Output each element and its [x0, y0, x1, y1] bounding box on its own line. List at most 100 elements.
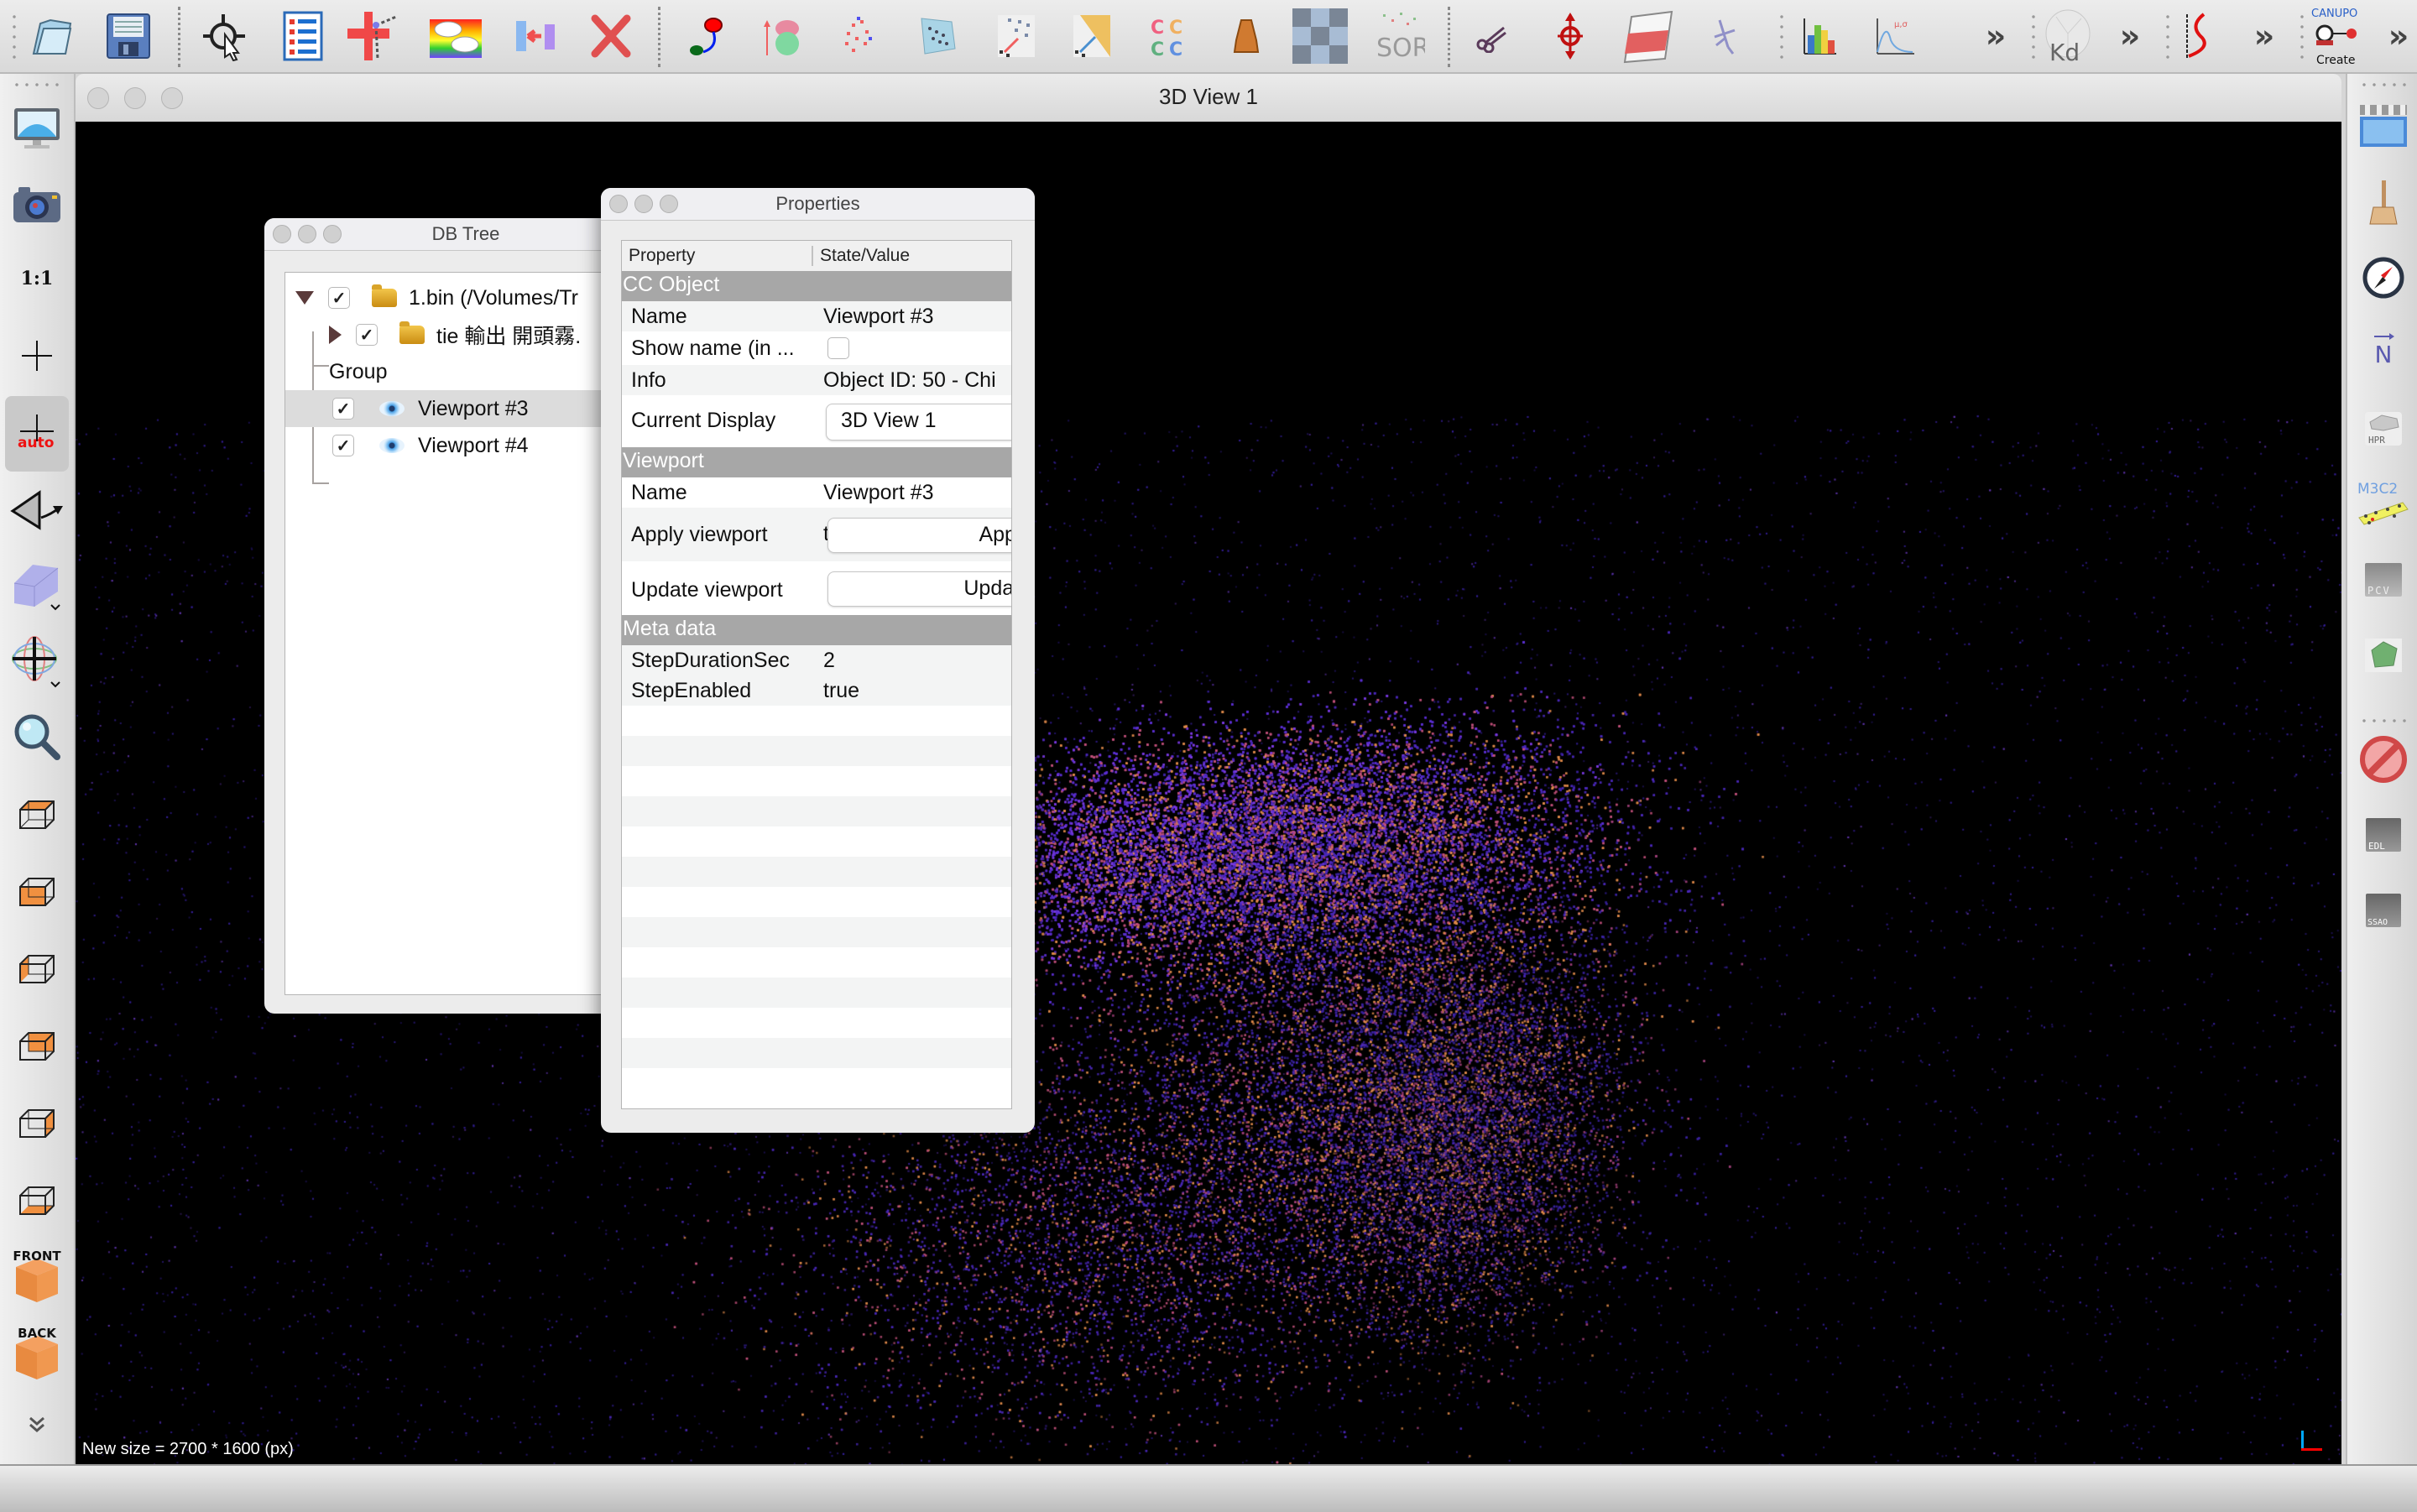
curve-button[interactable] [2169, 8, 2225, 64]
property-value[interactable]: 2 [823, 649, 835, 673]
screenshot-button[interactable] [5, 173, 69, 237]
gaussian-fit-button[interactable]: μ,σ [1867, 8, 1923, 64]
perspective-button[interactable] [5, 478, 69, 542]
compare-cloud-button[interactable]: CCCC [1141, 8, 1197, 64]
properties-titlebar[interactable]: Properties [601, 188, 1035, 221]
collapse-arrow-icon[interactable] [329, 326, 342, 344]
view-iso-front-button[interactable]: FRONT [5, 1240, 69, 1309]
edl-shader-icon: EDL [2366, 818, 2401, 852]
mesh-button[interactable] [911, 8, 966, 64]
fullscreen-button[interactable] [5, 97, 69, 161]
pcv-button[interactable]: PCV [2354, 550, 2413, 609]
checkerboard-icon [1292, 8, 1348, 64]
view-front-button[interactable] [5, 860, 69, 924]
view-back-button[interactable] [5, 1014, 69, 1078]
histogram-button[interactable] [1792, 8, 1847, 64]
kd-tree-button[interactable]: Kd [2039, 8, 2095, 64]
double-chevron-icon: » [2253, 18, 2275, 55]
translate-rotate-button[interactable] [1543, 8, 1598, 64]
view-bottom-button[interactable] [5, 1169, 69, 1233]
cross-section-button[interactable] [1620, 8, 1675, 64]
view-top-button[interactable] [5, 783, 69, 847]
current-display-select[interactable]: 3D View 1 [826, 404, 1011, 441]
auto-pivot-button[interactable]: auto [5, 396, 69, 472]
window-titlebar[interactable]: 3D View 1 [76, 74, 2341, 122]
volume-button[interactable] [1219, 8, 1274, 64]
save-button[interactable] [101, 8, 156, 64]
toolbar-grip[interactable] [2031, 12, 2036, 62]
properties-list-button[interactable] [275, 8, 331, 64]
histogram-icon [1804, 18, 1836, 55]
zoom-button[interactable] [5, 705, 69, 769]
scissors-button[interactable] [1464, 8, 1520, 64]
ssao-shader-button[interactable]: SSAO [2354, 881, 2413, 940]
registration-button[interactable] [989, 8, 1044, 64]
animation-button[interactable] [2354, 97, 2413, 156]
canupo-create-button[interactable]: CANUPO Create [2310, 5, 2365, 67]
disable-shader-button[interactable] [2354, 730, 2413, 789]
visibility-checkbox[interactable]: ✓ [332, 435, 354, 456]
visibility-checkbox[interactable]: ✓ [356, 324, 378, 346]
toolbar-grip[interactable] [2300, 12, 2305, 62]
toolbar-more-button[interactable] [5, 1404, 69, 1446]
column-header-property[interactable]: Property [629, 246, 695, 266]
rotation-lock-button[interactable] [5, 629, 69, 693]
toolbar-grip[interactable] [1779, 12, 1784, 62]
compare-cc-icon: C CC C [1151, 18, 1182, 59]
add-point-button[interactable] [344, 8, 399, 64]
merge-icon [516, 21, 555, 51]
toolbar-grip[interactable] [12, 12, 17, 62]
gaussian-fit-icon: μ,σ [1877, 18, 1914, 55]
toolbar-grip[interactable] [12, 82, 62, 87]
clean-button[interactable] [2354, 173, 2413, 232]
toolbar-overflow-button[interactable]: » [2237, 8, 2292, 64]
north-arrow-button[interactable]: N [2354, 324, 2413, 383]
scalar-field-button[interactable] [428, 8, 483, 64]
property-key: StepDurationSec [631, 649, 791, 672]
merge-button[interactable] [508, 8, 563, 64]
sample-points-button[interactable] [831, 8, 886, 64]
view-left-button[interactable] [5, 937, 69, 1001]
column-resize-handle[interactable] [812, 246, 813, 266]
property-value[interactable]: Viewport #3 [823, 481, 934, 505]
segment-button[interactable] [678, 8, 733, 64]
orthographic-view-button[interactable] [5, 554, 69, 618]
visibility-checkbox[interactable]: ✓ [328, 287, 350, 309]
toolbar-overflow-button[interactable]: » [1968, 8, 2023, 64]
toolbar-grip[interactable] [2359, 82, 2409, 87]
expand-arrow-icon[interactable] [295, 291, 314, 305]
disable-shader-icon [2360, 736, 2407, 783]
visibility-checkbox[interactable]: ✓ [332, 398, 354, 420]
svg-text:Kd: Kd [2049, 39, 2080, 64]
zoom-1-1-button[interactable]: 1:1 [5, 247, 69, 310]
m3c2-button[interactable]: M3C2 [2354, 475, 2413, 534]
fine-registration-button[interactable] [1064, 8, 1120, 64]
sor-filter-button[interactable]: SOR [1372, 8, 1428, 64]
normals-button[interactable] [754, 8, 809, 64]
column-header-value[interactable]: State/Value [820, 246, 910, 266]
update-viewport-button[interactable]: Update [827, 571, 1011, 607]
pivot-center-button[interactable] [5, 324, 69, 388]
pick-rotation-center-button[interactable] [1697, 8, 1752, 64]
property-row: StepEnabled true [622, 675, 1011, 706]
property-key: Name [631, 305, 687, 328]
compass-button[interactable] [2354, 248, 2413, 307]
hpr-button[interactable]: HPR [2354, 399, 2413, 458]
checkerboard-button[interactable] [1292, 8, 1348, 64]
point-picking-button[interactable] [197, 8, 253, 64]
show-name-checkbox[interactable] [827, 337, 849, 359]
translate-rotate-icon [1558, 13, 1583, 60]
edl-shader-button[interactable]: EDL [2354, 806, 2413, 864]
apply-viewport-button[interactable]: Apply [827, 518, 1011, 553]
property-value[interactable]: true [823, 679, 859, 703]
view-iso-back-button[interactable]: BACK [5, 1317, 69, 1386]
toolbar-overflow-button[interactable]: » [2371, 8, 2417, 64]
svg-text:Create: Create [2316, 54, 2356, 67]
toolbar-overflow-button[interactable]: » [2102, 8, 2158, 64]
delete-button[interactable] [583, 8, 639, 64]
toolbar-grip[interactable] [2359, 718, 2409, 723]
property-value[interactable]: Viewport #3 [823, 305, 934, 329]
polygon-button[interactable] [2354, 626, 2413, 685]
view-right-button[interactable] [5, 1092, 69, 1155]
open-button[interactable] [25, 8, 81, 64]
